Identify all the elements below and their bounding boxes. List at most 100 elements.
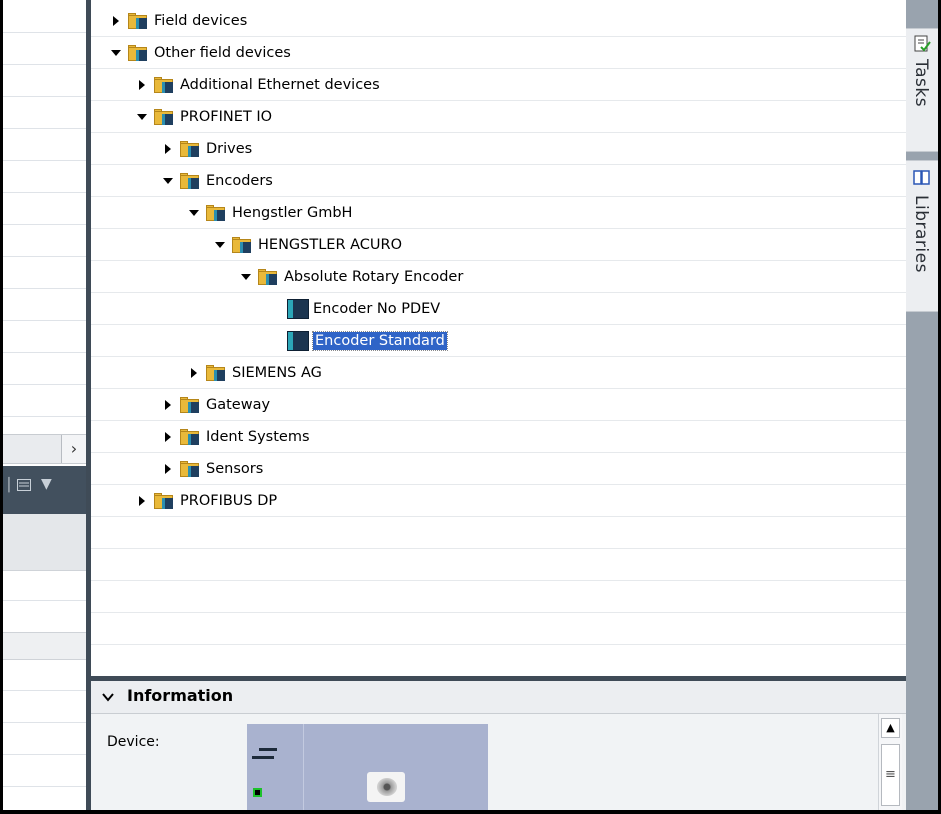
expand-arrow-icon[interactable]	[135, 78, 149, 92]
collapse-arrow-icon[interactable]	[135, 110, 149, 124]
divider	[3, 96, 86, 97]
folder-device-icon	[180, 429, 200, 445]
tree-node-profinet-io[interactable]: PROFINET IO	[135, 101, 272, 133]
tree-node-hengstler-acuro[interactable]: HENGSTLER ACURO	[213, 229, 402, 261]
scroll-thumb[interactable]: ≡	[881, 744, 900, 806]
tree-node-sensors[interactable]: Sensors	[161, 453, 263, 485]
tree-row[interactable]: Encoders	[91, 165, 906, 197]
device-image	[247, 724, 488, 810]
expand-arrow-icon[interactable]	[161, 142, 175, 156]
folder-device-icon	[180, 397, 200, 413]
tree-row[interactable]: PROFIBUS DP	[91, 485, 906, 517]
tree-row-empty	[91, 645, 906, 676]
module-slot-icon	[259, 748, 277, 751]
collapse-arrow-icon[interactable]	[239, 270, 253, 284]
catalog-tree: Field devices Other field devices Additi…	[91, 0, 906, 676]
tree-row[interactable]: Ident Systems	[91, 421, 906, 453]
tree-label: PROFINET IO	[180, 109, 273, 125]
scroll-up-icon[interactable]: ▲	[881, 718, 900, 738]
toolbar-edge-icon: │	[5, 478, 13, 493]
information-scrollbar[interactable]: ▲ ≡	[878, 714, 902, 810]
chevron-down-icon[interactable]	[101, 690, 115, 704]
tree-node-encoder-no-pdev[interactable]: Encoder No PDEV	[287, 293, 440, 325]
tree-row-empty	[91, 581, 906, 613]
expand-arrow-icon[interactable]	[161, 398, 175, 412]
tree-row[interactable]: Hengstler GmbH	[91, 197, 906, 229]
divider	[3, 128, 86, 129]
dropdown-arrow-icon[interactable]: ▼	[41, 476, 52, 492]
divider	[3, 352, 86, 353]
tree-node-ident-systems[interactable]: Ident Systems	[161, 421, 310, 453]
tree-row[interactable]: HENGSTLER ACURO	[91, 229, 906, 261]
encoder-shaft-icon	[377, 778, 397, 796]
divider	[3, 288, 86, 289]
tree-row[interactable]: Encoder Standard	[91, 325, 906, 357]
tree-node-profibus-dp[interactable]: PROFIBUS DP	[135, 485, 277, 517]
tree-label-selected: Encoder Standard	[312, 331, 448, 351]
tree-label: Gateway	[206, 397, 271, 413]
tree-label: Hengstler GmbH	[232, 205, 353, 221]
collapse-arrow-icon[interactable]	[161, 174, 175, 188]
expand-arrow-icon[interactable]	[161, 430, 175, 444]
collapse-arrow-icon[interactable]	[213, 238, 227, 252]
tree-row[interactable]: Encoder No PDEV	[91, 293, 906, 325]
folder-device-icon	[206, 365, 226, 381]
tree-node-drives[interactable]: Drives	[161, 133, 252, 165]
tree-row[interactable]: SIEMENS AG	[91, 357, 906, 389]
tree-label: Additional Ethernet devices	[180, 77, 380, 93]
folder-device-icon	[180, 461, 200, 477]
information-header[interactable]: Information	[91, 681, 906, 714]
expand-arrow-icon[interactable]	[109, 14, 123, 28]
tree-row[interactable]: Gateway	[91, 389, 906, 421]
tasks-icon	[914, 35, 931, 52]
collapse-arrow-icon[interactable]	[187, 206, 201, 220]
task-card-strip: Tasks Libraries	[906, 0, 938, 810]
device-label: Device:	[107, 734, 160, 750]
folder-device-icon	[128, 13, 148, 29]
tree-node-gateway[interactable]: Gateway	[161, 389, 270, 421]
tree-row[interactable]: Drives	[91, 133, 906, 165]
tree-row-empty	[91, 613, 906, 645]
horizontal-scrollbar[interactable]: ›	[3, 434, 86, 464]
device-module-icon	[287, 299, 309, 319]
tree-row[interactable]: Absolute Rotary Encoder	[91, 261, 906, 293]
expand-arrow-icon[interactable]	[135, 494, 149, 508]
list-view-icon[interactable]	[17, 479, 31, 491]
information-body: Device:	[91, 714, 906, 810]
tree-label: SIEMENS AG	[232, 365, 322, 381]
tree-row[interactable]: PROFINET IO	[91, 101, 906, 133]
divider	[3, 64, 86, 65]
tree-label: Field devices	[154, 13, 248, 29]
tab-tasks-label: Tasks	[911, 59, 931, 108]
expand-arrow-icon[interactable]	[187, 366, 201, 380]
divider	[3, 192, 86, 193]
tree-label: Sensors	[206, 461, 264, 477]
tree-row[interactable]: Field devices	[91, 5, 906, 37]
tree-node-absolute-rotary-encoder[interactable]: Absolute Rotary Encoder	[239, 261, 463, 293]
tree-node-siemens-ag[interactable]: SIEMENS AG	[187, 357, 322, 389]
collapse-arrow-icon[interactable]	[109, 46, 123, 60]
tree-row[interactable]: Additional Ethernet devices	[91, 69, 906, 101]
tree-row[interactable]: Other field devices	[91, 37, 906, 69]
divider	[3, 320, 86, 321]
divider	[3, 160, 86, 161]
folder-device-icon	[180, 141, 200, 157]
divider	[3, 754, 86, 755]
tree-label: Drives	[206, 141, 253, 157]
expand-arrow-icon[interactable]	[161, 462, 175, 476]
divider	[3, 32, 86, 33]
tree-node-additional-ethernet-devices[interactable]: Additional Ethernet devices	[135, 69, 380, 101]
tree-node-encoders[interactable]: Encoders	[161, 165, 273, 197]
tree-node-encoder-standard[interactable]: Encoder Standard	[287, 325, 448, 357]
tree-row[interactable]: Sensors	[91, 453, 906, 485]
tree-node-other-field-devices[interactable]: Other field devices	[109, 37, 291, 69]
tree-node-hengstler-gmbh[interactable]: Hengstler GmbH	[187, 197, 352, 229]
tab-libraries[interactable]: Libraries	[906, 160, 938, 312]
divider	[3, 690, 86, 691]
scroll-right-icon[interactable]: ›	[61, 435, 86, 463]
tree-node-field-devices[interactable]: Field devices	[109, 5, 247, 37]
tree-label: Encoder No PDEV	[313, 301, 441, 317]
folder-device-icon	[232, 237, 252, 253]
tab-tasks[interactable]: Tasks	[906, 28, 938, 152]
divider	[3, 384, 86, 385]
